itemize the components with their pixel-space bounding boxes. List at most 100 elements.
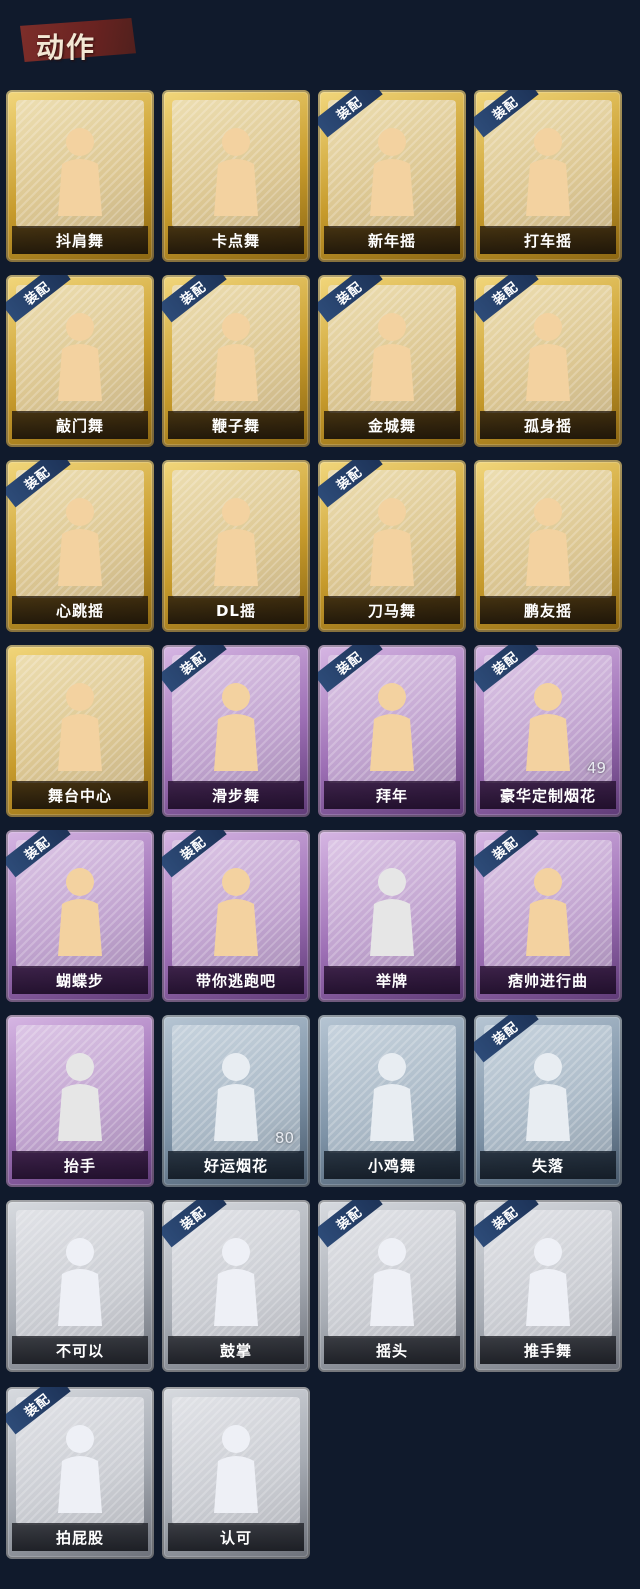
emote-card[interactable]: 装配 痞帅进行曲 (474, 830, 622, 1002)
emote-card[interactable]: 装配 拜年 (318, 645, 466, 817)
thumbs-up-icon (196, 1417, 276, 1517)
emote-label: 抬手 (63, 1156, 96, 1175)
card-label-bar: 打车摇 (480, 226, 616, 254)
emote-card[interactable]: 抖肩舞 (6, 90, 154, 262)
card-label-bar: 金城舞 (324, 411, 460, 439)
emote-card[interactable]: 装配 拍屁股 (6, 1387, 154, 1559)
emote-label: 刀马舞 (367, 601, 416, 620)
emote-label: 滑步舞 (211, 786, 260, 805)
emote-label: 带你逃跑吧 (195, 971, 276, 990)
emote-label: 鹏友摇 (523, 601, 572, 620)
emote-card[interactable]: 装配 新年摇 (318, 90, 466, 262)
card-label-bar: 鞭子舞 (168, 411, 304, 439)
emote-card[interactable]: 装配 金城舞 (318, 275, 466, 447)
sword-horse-dance-figure-icon (352, 490, 432, 590)
card-label-bar: 好运烟花 (168, 1151, 304, 1179)
emote-card[interactable]: 装配 孤身摇 (474, 275, 622, 447)
card-label-bar: 卡点舞 (168, 226, 304, 254)
emote-card[interactable]: 抬手 (6, 1015, 154, 1187)
run-away-figure-icon (196, 860, 276, 960)
emote-card[interactable]: DL摇 (162, 460, 310, 632)
card-label-bar: 新年摇 (324, 226, 460, 254)
dejected-figure-icon (508, 1045, 588, 1145)
hold-sign-figure-icon (352, 860, 432, 960)
emote-card[interactable]: 举牌 (318, 830, 466, 1002)
emote-card[interactable]: 小鸡舞 (318, 1015, 466, 1187)
butterfly-step-figure-icon (40, 860, 120, 960)
emote-label: 痞帅进行曲 (507, 971, 588, 990)
emote-label: 拍屁股 (55, 1528, 104, 1547)
card-label-bar: 舞台中心 (12, 781, 148, 809)
emote-label: 鼓掌 (219, 1341, 252, 1360)
emote-card[interactable]: 80 好运烟花 (162, 1015, 310, 1187)
emote-label: 心跳摇 (55, 601, 104, 620)
emote-card[interactable]: 装配 鼓掌 (162, 1200, 310, 1372)
emote-label: 孤身摇 (523, 416, 572, 435)
emote-card[interactable]: 装配 敲门舞 (6, 275, 154, 447)
card-label-bar: 不可以 (12, 1336, 148, 1364)
emote-card[interactable]: 装配 打车摇 (474, 90, 622, 262)
item-count: 80 (274, 1129, 294, 1147)
emote-label: 小鸡舞 (367, 1156, 416, 1175)
emote-card[interactable]: 装配 摇头 (318, 1200, 466, 1372)
emote-label: 失落 (531, 1156, 564, 1175)
emote-card[interactable]: 鹏友摇 (474, 460, 622, 632)
deluxe-fireworks-icon (508, 675, 588, 775)
whip-dance-figure-icon (196, 305, 276, 405)
section-title: 动作 (36, 31, 97, 64)
shoulder-shake-figure-icon (40, 120, 120, 220)
emote-label: 认可 (219, 1528, 252, 1547)
finger-wag-icon (40, 1230, 120, 1330)
emote-card[interactable]: 舞台中心 (6, 645, 154, 817)
emote-card[interactable]: 装配 蝴蝶步 (6, 830, 154, 1002)
card-label-bar: 蝴蝶步 (12, 966, 148, 994)
emote-card[interactable]: 认可 (162, 1387, 310, 1559)
card-label-bar: 豪华定制烟花 (480, 781, 616, 809)
emote-label: 舞台中心 (47, 786, 112, 805)
emote-card[interactable]: 不可以 (6, 1200, 154, 1372)
emote-label: 摇头 (375, 1341, 408, 1360)
emote-label: 豪华定制烟花 (499, 786, 596, 805)
card-label-bar: 抖肩舞 (12, 226, 148, 254)
new-year-sway-figure-icon (352, 120, 432, 220)
emote-label: DL摇 (215, 601, 256, 620)
beat-dance-figure-icon (196, 120, 276, 220)
head-shake-figure-icon (352, 1230, 432, 1330)
emote-card[interactable]: 装配 心跳摇 (6, 460, 154, 632)
emote-card[interactable]: 49 装配 豪华定制烟花 (474, 645, 622, 817)
card-label-bar: 滑步舞 (168, 781, 304, 809)
emote-card[interactable]: 装配 鞭子舞 (162, 275, 310, 447)
section-header: 动作 (6, 8, 138, 74)
emote-card[interactable]: 卡点舞 (162, 90, 310, 262)
emote-card[interactable]: 装配 刀马舞 (318, 460, 466, 632)
heartbeat-sway-figure-icon (40, 490, 120, 590)
card-label-bar: 拜年 (324, 781, 460, 809)
emote-label: 新年摇 (367, 231, 416, 250)
clapping-hands-icon (196, 1230, 276, 1330)
card-label-bar: 孤身摇 (480, 411, 616, 439)
taxi-sway-figure-icon (508, 120, 588, 220)
card-label-bar: 失落 (480, 1151, 616, 1179)
card-label-bar: 鼓掌 (168, 1336, 304, 1364)
emote-label: 打车摇 (523, 231, 572, 250)
emote-label: 卡点舞 (211, 231, 260, 250)
item-count: 49 (586, 759, 606, 777)
emote-label: 拜年 (375, 786, 408, 805)
card-label-bar: 拍屁股 (12, 1523, 148, 1551)
emote-card[interactable]: 装配 推手舞 (474, 1200, 622, 1372)
dl-sway-figure-icon (196, 490, 276, 590)
stage-center-figure-icon (40, 675, 120, 775)
card-label-bar: 敲门舞 (12, 411, 148, 439)
emote-label: 金城舞 (367, 416, 416, 435)
card-label-bar: 心跳摇 (12, 596, 148, 624)
emote-card[interactable]: 装配 失落 (474, 1015, 622, 1187)
card-label-bar: DL摇 (168, 596, 304, 624)
card-label-bar: 认可 (168, 1523, 304, 1551)
friend-sway-figure-icon (508, 490, 588, 590)
new-year-greeting-figure-icon (352, 675, 432, 775)
emote-label: 好运烟花 (203, 1156, 268, 1175)
card-label-bar: 刀马舞 (324, 596, 460, 624)
emote-card[interactable]: 装配 滑步舞 (162, 645, 310, 817)
card-label-bar: 鹏友摇 (480, 596, 616, 624)
emote-card[interactable]: 装配 带你逃跑吧 (162, 830, 310, 1002)
